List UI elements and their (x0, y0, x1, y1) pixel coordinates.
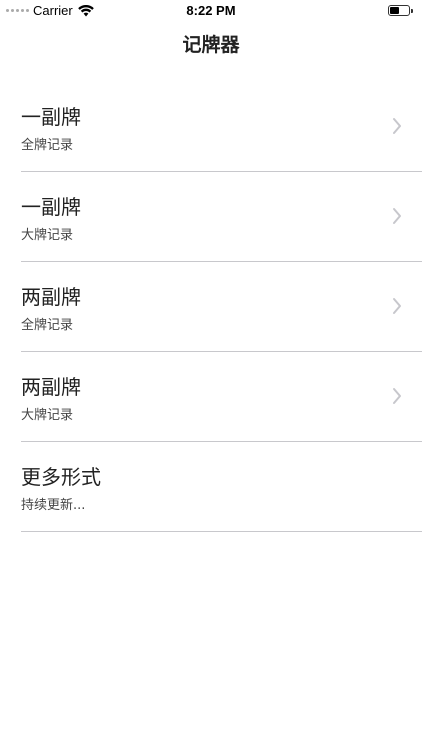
list-item-title: 一副牌 (21, 195, 81, 219)
list-item-subtitle: 全牌记录 (21, 138, 74, 153)
battery-icon (388, 5, 413, 16)
chevron-right-icon (393, 208, 401, 224)
list-item[interactable]: 两副牌 全牌记录 (21, 262, 422, 352)
list-item[interactable]: 两副牌 大牌记录 (21, 352, 422, 442)
list-item[interactable]: 一副牌 全牌记录 (21, 82, 422, 172)
list-item-subtitle: 全牌记录 (21, 318, 74, 333)
list-item-subtitle: 大牌记录 (21, 228, 74, 243)
list-item-title: 一副牌 (21, 105, 81, 129)
status-bar: Carrier 8:22 PM (0, 0, 422, 22)
status-time: 8:22 PM (186, 3, 236, 18)
list-item-title: 两副牌 (21, 285, 81, 309)
list-item-title: 更多形式 (21, 465, 101, 489)
chevron-right-icon (393, 118, 401, 134)
list-item-subtitle: 大牌记录 (21, 408, 74, 423)
list-item[interactable]: 一副牌 大牌记录 (21, 172, 422, 262)
list-item[interactable]: 更多形式 持续更新... (21, 442, 422, 532)
chevron-right-icon (393, 298, 401, 314)
list-item-subtitle: 持续更新... (21, 498, 86, 513)
chevron-right-icon (393, 388, 401, 404)
list-item-title: 两副牌 (21, 375, 81, 399)
page-title: 记牌器 (182, 34, 240, 56)
menu-list: 一副牌 全牌记录 一副牌 大牌记录 两副牌 全牌记录 两副牌 大牌记录 更多形式… (0, 82, 422, 532)
